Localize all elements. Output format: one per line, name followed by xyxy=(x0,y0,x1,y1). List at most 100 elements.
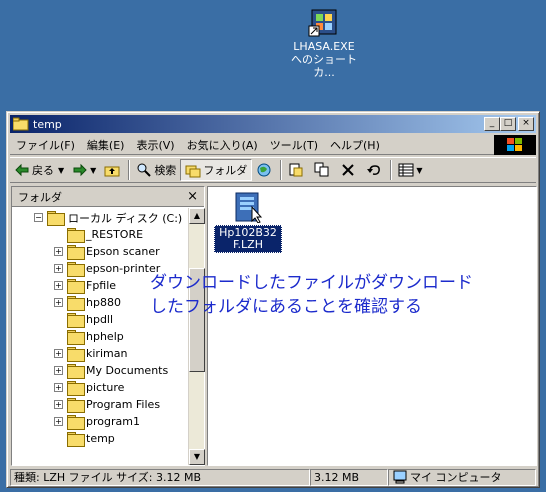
tree-item-label: _RESTORE xyxy=(86,228,144,241)
tree-item-label: ローカル ディスク (C:) xyxy=(68,211,183,225)
tree-item-label: hpdll xyxy=(86,313,114,326)
folder-window-icon xyxy=(12,117,29,131)
tree-item[interactable]: + Program Files xyxy=(54,396,160,413)
tree-item[interactable]: _RESTORE xyxy=(54,226,143,243)
status-location: マイ コンピュータ xyxy=(388,469,536,486)
copy-to-icon xyxy=(314,162,330,178)
back-dropdown-icon[interactable]: ▼ xyxy=(58,166,64,175)
back-button[interactable]: 戻る ▼ xyxy=(10,159,68,181)
delete-x-icon xyxy=(340,162,356,178)
expand-icon[interactable]: + xyxy=(54,366,63,375)
folder-icon xyxy=(67,364,85,379)
menu-file[interactable]: ファイル(F) xyxy=(10,137,81,153)
menu-edit[interactable]: 編集(E) xyxy=(81,137,131,153)
up-folder-icon xyxy=(104,162,120,178)
toolbar: 戻る ▼ ▼ 検索 フォルダ ▼ xyxy=(10,157,536,183)
forward-dropdown-icon[interactable]: ▼ xyxy=(90,166,96,175)
folder-icon xyxy=(67,330,85,345)
window-title: temp xyxy=(33,117,62,131)
tree-item-local-disk[interactable]: − ローカル ディスク (C:) xyxy=(34,209,182,226)
tree-item[interactable]: hpdll xyxy=(54,311,113,328)
scroll-up-button[interactable]: ▲ xyxy=(189,208,205,224)
expand-icon[interactable]: + xyxy=(54,281,63,290)
search-label: 検索 xyxy=(154,164,177,177)
expand-icon[interactable]: + xyxy=(54,383,63,392)
tree-item[interactable]: + program1 xyxy=(54,413,140,430)
history-button[interactable] xyxy=(252,159,278,181)
collapse-icon[interactable]: − xyxy=(34,213,43,222)
tree-item-label: Fpfile xyxy=(86,279,117,292)
menu-tools[interactable]: ツール(T) xyxy=(264,137,324,153)
folder-icon xyxy=(67,432,85,447)
views-button[interactable]: ▼ xyxy=(394,159,426,181)
forward-button[interactable]: ▼ xyxy=(68,159,100,181)
folder-pane: フォルダ × − ローカル ディスク (C:) _RESTORE + Epson s… xyxy=(11,186,205,466)
folder-icon xyxy=(67,279,85,294)
file-name-label: Hp102B32F.LZH xyxy=(214,225,282,253)
folder-icon xyxy=(67,228,85,243)
folder-icon xyxy=(67,245,85,260)
up-folder-button[interactable] xyxy=(100,159,126,181)
menu-help[interactable]: ヘルプ(H) xyxy=(324,137,386,153)
menu-bar: ファイル(F) 編集(E) 表示(V) お気に入り(A) ツール(T) ヘルプ(… xyxy=(10,135,536,155)
undo-icon xyxy=(366,162,382,178)
copy-to-button[interactable] xyxy=(310,159,336,181)
status-info: 種類: LZH ファイル サイズ: 3.12 MB xyxy=(10,469,310,486)
menu-view[interactable]: 表示(V) xyxy=(130,137,180,153)
tree-item-label: hphelp xyxy=(86,330,124,343)
tree-item[interactable]: + hp880 xyxy=(54,294,121,311)
forward-arrow-icon xyxy=(72,162,88,178)
scroll-down-button[interactable]: ▼ xyxy=(189,449,205,465)
lzh-file-icon xyxy=(232,191,264,224)
annotation-line1: ダウンロードしたファイルがダウンロード xyxy=(150,273,473,293)
folder-pane-title: フォルダ xyxy=(18,190,62,204)
expand-icon[interactable]: + xyxy=(54,298,63,307)
shortcut-label-line2: へのショートカ... xyxy=(291,53,357,79)
expand-icon[interactable]: + xyxy=(54,349,63,358)
expand-icon[interactable]: + xyxy=(54,247,63,256)
folder-icon xyxy=(67,296,85,311)
folder-icon xyxy=(67,313,85,328)
title-bar[interactable]: temp _ □ × xyxy=(10,115,536,133)
expand-icon[interactable]: + xyxy=(54,400,63,409)
tree-item[interactable]: + epson-printer xyxy=(54,260,160,277)
folder-pane-close-button[interactable]: × xyxy=(187,189,198,204)
search-button[interactable]: 検索 xyxy=(132,159,180,181)
folder-pane-header: フォルダ × xyxy=(12,187,204,207)
folder-icon xyxy=(67,398,85,413)
lhasa-exe-icon xyxy=(308,6,340,38)
tree-item[interactable]: + kiriman xyxy=(54,345,127,362)
folders-button[interactable]: フォルダ xyxy=(180,159,253,181)
undo-button[interactable] xyxy=(362,159,388,181)
tree-item[interactable]: temp xyxy=(54,430,115,447)
back-label: 戻る xyxy=(32,164,54,177)
file-list-pane: Hp102B32F.LZH xyxy=(207,186,537,466)
desktop-shortcut-lhasa[interactable]: LHASA.EXE へのショートカ... xyxy=(282,6,366,79)
tree-item[interactable]: + My Documents xyxy=(54,362,168,379)
maximize-button[interactable]: □ xyxy=(500,117,516,131)
move-to-button[interactable] xyxy=(284,159,310,181)
status-location-label: マイ コンピュータ xyxy=(410,471,502,484)
expand-icon[interactable]: + xyxy=(54,264,63,273)
toolbar-separator xyxy=(280,160,283,180)
minimize-button[interactable]: _ xyxy=(484,117,500,131)
folders-icon xyxy=(185,162,201,178)
folder-pane-scrollbar[interactable]: ▲ ▼ xyxy=(188,208,205,465)
annotation-line2: したフォルダにあることを確認する xyxy=(150,297,422,317)
file-item-lzh[interactable]: Hp102B32F.LZH xyxy=(214,191,282,253)
folder-tree: − ローカル ディスク (C:) _RESTORE + Epson scaner + e… xyxy=(12,208,188,465)
delete-button[interactable] xyxy=(336,159,362,181)
tree-item[interactable]: hphelp xyxy=(54,328,124,345)
tree-item[interactable]: + picture xyxy=(54,379,124,396)
tree-item[interactable]: + Epson scaner xyxy=(54,243,160,260)
expand-icon[interactable]: + xyxy=(54,417,63,426)
views-dropdown-icon[interactable]: ▼ xyxy=(416,166,422,175)
history-globe-icon xyxy=(256,162,272,178)
hard-drive-icon xyxy=(47,211,65,226)
tree-item-label: kiriman xyxy=(86,347,128,360)
menu-favorites[interactable]: お気に入り(A) xyxy=(181,137,264,153)
tree-item[interactable]: + Fpfile xyxy=(54,277,116,294)
toolbar-separator xyxy=(390,160,393,180)
shortcut-label-line1: LHASA.EXE xyxy=(293,40,355,53)
close-button[interactable]: × xyxy=(518,117,534,131)
